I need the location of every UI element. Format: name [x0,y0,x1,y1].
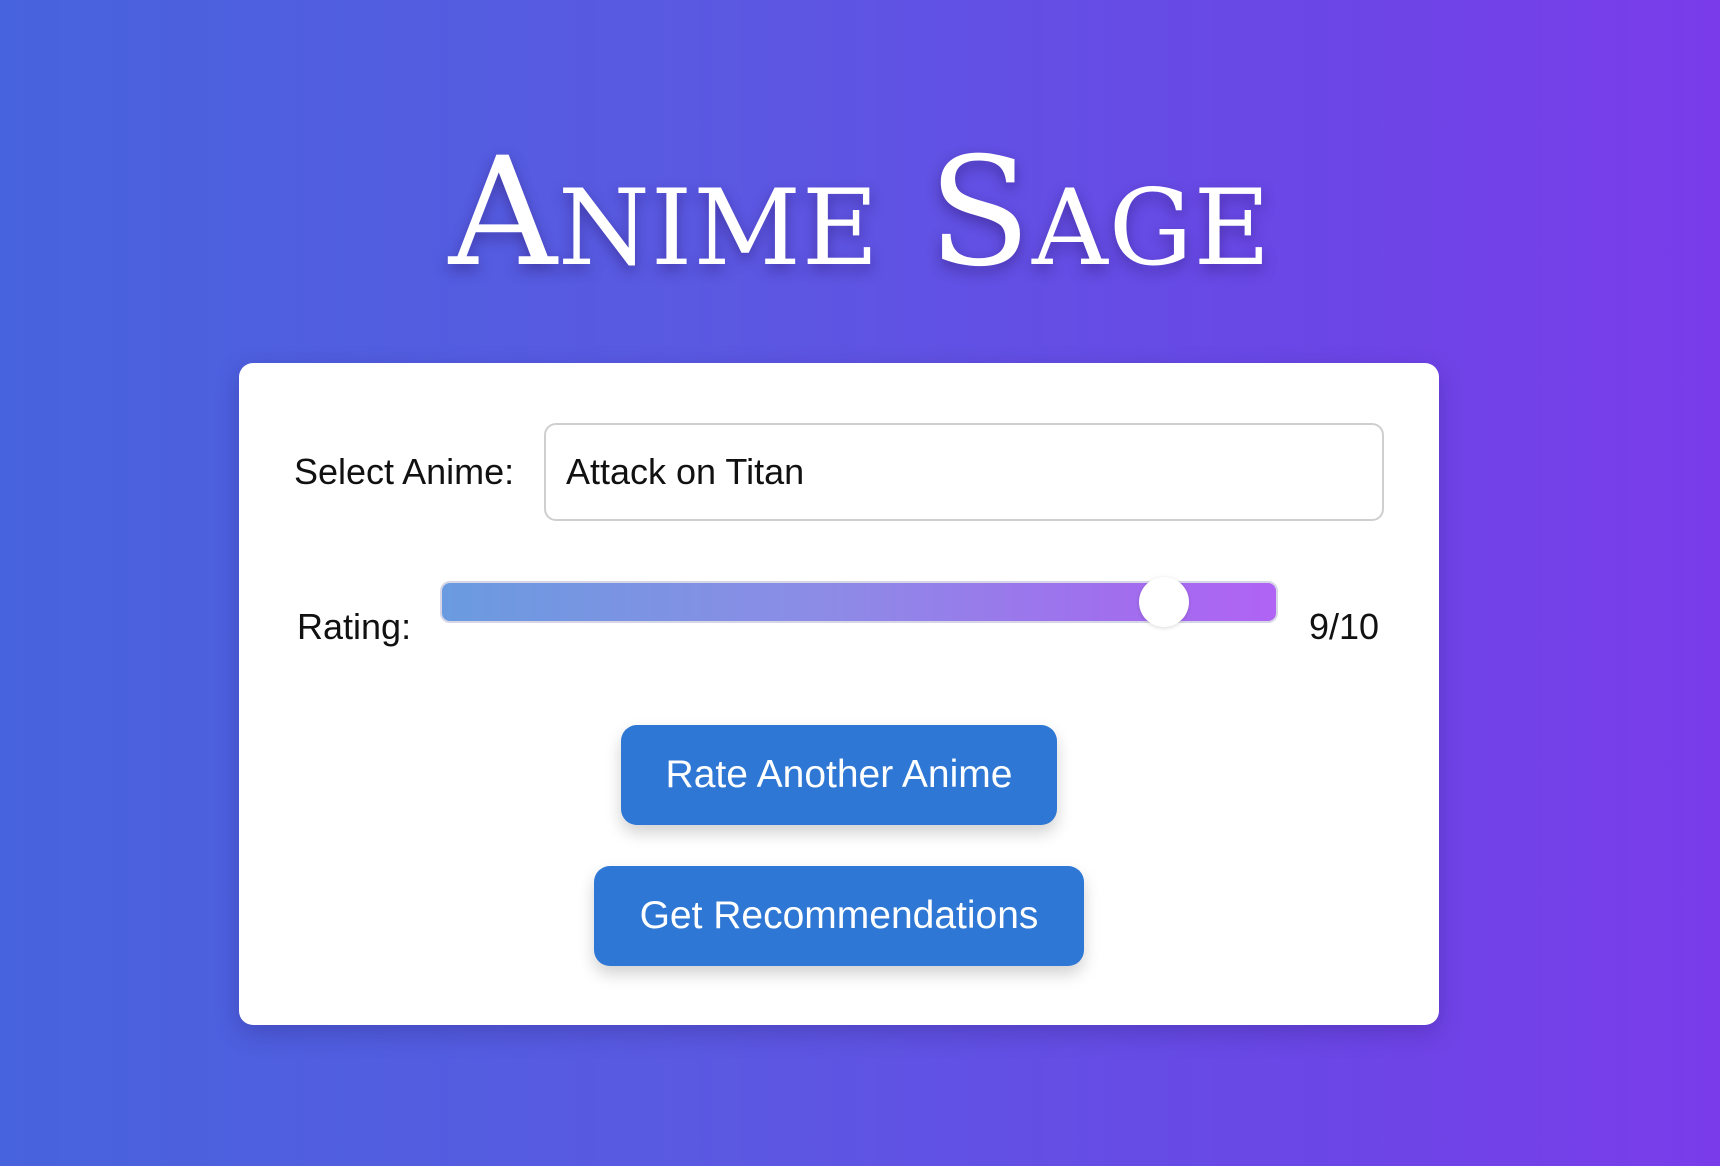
rating-card: Select Anime: Rating: 9/10 Rate Another … [239,363,1439,1025]
rating-slider-thumb[interactable] [1138,577,1189,627]
rating-value: 9/10 [1309,606,1380,647]
rating-row: Rating: 9/10 [297,577,1387,647]
app-title: Anime Sage [448,126,1272,300]
get-recommendations-button[interactable]: Get Recommendations [594,866,1084,966]
rating-slider[interactable] [440,577,1278,627]
anime-input[interactable] [544,423,1384,521]
rating-label: Rating: [297,606,412,647]
rate-another-anime-button[interactable]: Rate Another Anime [621,725,1057,825]
anime-select-row: Select Anime: [294,423,1384,521]
select-anime-label: Select Anime: [294,451,515,492]
